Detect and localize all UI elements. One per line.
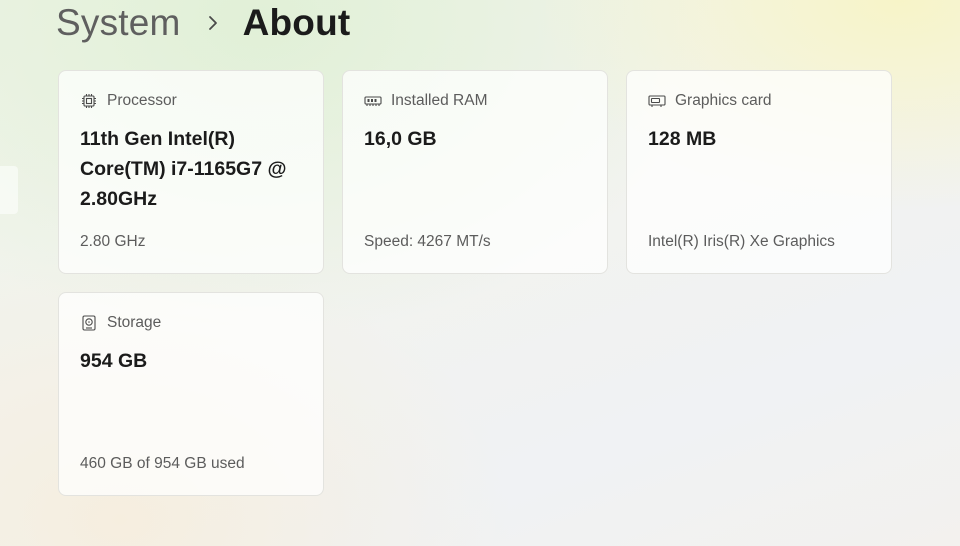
storage-usage: 460 GB of 954 GB used (80, 455, 245, 472)
card-header: Processor (80, 91, 177, 111)
storage-card: Storage 954 GB 460 GB of 954 GB used (58, 292, 324, 496)
graphics-adapter-name: Intel(R) Iris(R) Xe Graphics (648, 233, 835, 250)
storage-value: 954 GB (80, 350, 148, 372)
card-title: Storage (107, 314, 162, 331)
page-title: About (242, 2, 351, 43)
processor-speed: 2.80 GHz (80, 233, 146, 250)
processor-icon (80, 92, 98, 110)
ram-speed: Speed: 4267 MT/s (364, 233, 491, 250)
chevron-right-icon (203, 13, 223, 33)
card-title: Processor (107, 92, 177, 109)
card-header: Graphics card (648, 91, 771, 111)
memory-icon (364, 92, 382, 110)
processor-card: Processor 11th Gen Intel(R) Core(TM) i7-… (58, 70, 324, 274)
breadcrumb: System About (56, 0, 350, 46)
graphics-card-icon (648, 92, 666, 110)
card-header: Storage (80, 313, 161, 333)
graphics-memory-value: 128 MB (648, 128, 717, 150)
storage-drive-icon (80, 314, 98, 332)
ram-card: Installed RAM 16,0 GB Speed: 4267 MT/s (342, 70, 608, 274)
card-title: Graphics card (675, 92, 772, 109)
graphics-card-card: Graphics card 128 MB Intel(R) Iris(R) Xe… (626, 70, 892, 274)
card-header: Installed RAM (364, 91, 487, 111)
ram-value: 16,0 GB (364, 128, 437, 150)
processor-value: 11th Gen Intel(R) Core(TM) i7-1165G7 @ 2… (80, 128, 287, 210)
card-title: Installed RAM (391, 92, 488, 109)
breadcrumb-system-link[interactable]: System (56, 2, 181, 44)
nav-pane-edge (0, 166, 18, 214)
